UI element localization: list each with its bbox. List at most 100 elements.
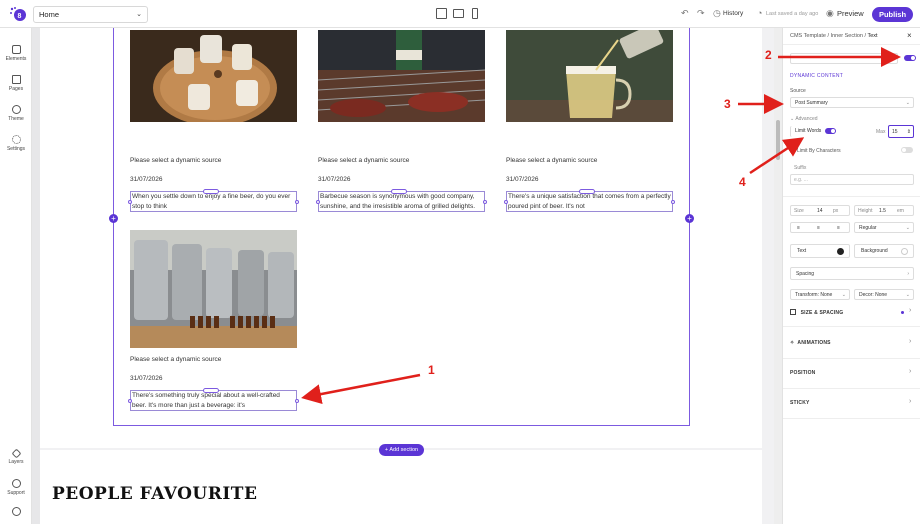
advanced-label: Advanced — [795, 116, 818, 122]
sidebar-item-theme[interactable]: Theme — [0, 105, 32, 122]
resize-handle[interactable] — [671, 200, 675, 204]
breadcrumb-item[interactable]: Inner Section — [831, 33, 863, 39]
resize-handle[interactable] — [391, 189, 407, 194]
post-summary-text[interactable]: There's something truly special about a … — [128, 388, 299, 411]
sidebar-item-label: Support — [7, 490, 25, 496]
add-left-icon[interactable]: + — [109, 214, 118, 223]
breadcrumb-item[interactable]: CMS Template — [790, 33, 826, 39]
app-logo-icon[interactable]: 8 — [9, 6, 27, 22]
transform-value: Transform: None — [795, 292, 833, 298]
top-toolbar: 8 Home ⌄ ↶ ↷ ◷ History ◔ Last saved a da… — [0, 0, 920, 28]
preview-button[interactable]: Preview — [837, 9, 864, 18]
add-section-button[interactable]: + Add section — [379, 444, 424, 456]
align-left-icon[interactable]: ≡ — [797, 223, 800, 233]
desktop-view-icon[interactable] — [436, 8, 447, 19]
chevron-right-icon: › — [909, 307, 912, 314]
breadcrumb-item-current: Text — [867, 33, 878, 39]
post-card: Please select a dynamic source 31/07/202… — [316, 30, 487, 212]
divider — [783, 418, 920, 419]
sidebar-item-label: Settings — [6, 146, 26, 152]
hidden-field[interactable] — [790, 53, 898, 64]
suffix-label: Suffix — [794, 165, 807, 171]
canvas-scrollbar-thumb[interactable] — [776, 120, 780, 160]
post-date: 31/07/2026 — [318, 176, 351, 183]
max-label: Max — [876, 129, 886, 135]
animations-section[interactable]: ✧ ANIMATIONS — [790, 340, 831, 346]
resize-handle[interactable] — [128, 200, 132, 204]
page-select[interactable]: Home ⌄ — [33, 6, 148, 23]
redo-icon[interactable]: ↷ — [697, 8, 705, 19]
sidebar-item-elements[interactable]: Elements — [0, 45, 32, 62]
post-summary-text[interactable]: When you settle down to enjoy a fine bee… — [128, 189, 299, 212]
size-spacing-section[interactable]: SIZE & SPACING — [790, 309, 843, 316]
post-summary: Barbecue season is synonymous with good … — [320, 193, 476, 210]
resize-handle[interactable] — [504, 200, 508, 204]
background-color-field[interactable]: Background — [854, 244, 914, 258]
post-card: Please select a dynamic source 31/07/202… — [128, 30, 299, 212]
text-color-swatch[interactable] — [837, 248, 844, 255]
spacing-row[interactable]: Spacing › — [790, 267, 914, 280]
resize-handle[interactable] — [295, 200, 299, 204]
advanced-toggle[interactable]: ⌄ Advanced — [790, 116, 818, 122]
height-value: 1.5 — [879, 208, 886, 214]
position-section[interactable]: POSITION — [790, 370, 816, 376]
stepper-icon[interactable]: ⇕ — [907, 126, 911, 138]
sidebar-item-label: Layers — [8, 459, 24, 465]
mobile-view-icon[interactable] — [472, 8, 478, 19]
page-select-value: Home — [39, 10, 60, 19]
tablet-view-icon[interactable] — [453, 9, 464, 18]
resize-handle[interactable] — [203, 189, 219, 194]
sidebar-item-settings[interactable]: Settings — [0, 135, 32, 152]
resize-handle[interactable] — [295, 399, 299, 403]
limit-words-toggle[interactable] — [825, 128, 836, 134]
position-label: POSITION — [790, 370, 816, 376]
editor-canvas[interactable]: + + Please select a dynamic source 31/07… — [40, 28, 774, 524]
post-summary-text[interactable]: Barbecue season is synonymous with good … — [316, 189, 487, 212]
post-image-brewery — [130, 230, 297, 348]
post-summary-text[interactable]: There's a unique satisfaction that comes… — [504, 189, 675, 212]
close-icon[interactable]: × — [907, 31, 912, 40]
resize-handle[interactable] — [579, 189, 595, 194]
saved-status: Last saved a day ago — [766, 11, 819, 17]
decor-select[interactable]: Decor: None ⌄ — [854, 289, 914, 300]
resize-handle[interactable] — [203, 388, 219, 393]
history-button[interactable]: History — [723, 10, 743, 17]
align-right-icon[interactable]: ≡ — [837, 223, 840, 233]
transform-select[interactable]: Transform: None ⌄ — [790, 289, 850, 300]
sticky-section[interactable]: STICKY — [790, 400, 810, 406]
height-unit: em — [897, 208, 904, 214]
chevron-right-icon: › — [909, 338, 912, 345]
left-sidebar: Elements Pages Theme Settings Layers Sup… — [0, 28, 32, 524]
dynamic-content-toggle[interactable] — [904, 55, 916, 61]
limit-chars-toggle[interactable] — [901, 147, 913, 153]
align-center-icon[interactable]: ≡ — [817, 223, 820, 233]
svg-text:8: 8 — [18, 13, 22, 20]
suffix-input[interactable]: e.g. ... — [790, 174, 914, 185]
bg-color-swatch[interactable] — [901, 248, 908, 255]
resize-handle[interactable] — [483, 200, 487, 204]
post-caption: Please select a dynamic source — [506, 157, 598, 164]
chevron-down-icon: ⌄ — [905, 292, 910, 298]
canvas-scrollbar[interactable] — [774, 28, 782, 524]
text-color-field[interactable]: Text — [790, 244, 850, 258]
post-caption: Please select a dynamic source — [130, 157, 222, 164]
sidebar-item-pages[interactable]: Pages — [0, 75, 32, 92]
font-weight-value: Regular — [859, 225, 877, 231]
divider — [783, 44, 920, 45]
sidebar-item-layers[interactable]: Layers — [0, 448, 32, 465]
sidebar-item-support[interactable]: Support — [0, 479, 32, 496]
post-image-barbecue — [318, 30, 485, 122]
source-select[interactable]: Post Summary ⌄ — [790, 97, 914, 108]
line-height-field[interactable]: Height 1.5 em — [854, 205, 914, 216]
divider — [783, 358, 920, 359]
add-right-icon[interactable]: + — [685, 214, 694, 223]
max-words-input[interactable]: 15 ⇕ — [888, 125, 914, 138]
undo-icon[interactable]: ↶ — [681, 8, 689, 19]
font-weight-select[interactable]: Regular ⌄ — [854, 222, 914, 233]
font-size-field[interactable]: Size 14 px — [790, 205, 850, 216]
info-button[interactable] — [0, 507, 32, 518]
source-label: Source — [790, 88, 806, 94]
resize-handle[interactable] — [316, 200, 320, 204]
publish-button[interactable]: Publish — [872, 7, 913, 22]
resize-handle[interactable] — [128, 399, 132, 403]
